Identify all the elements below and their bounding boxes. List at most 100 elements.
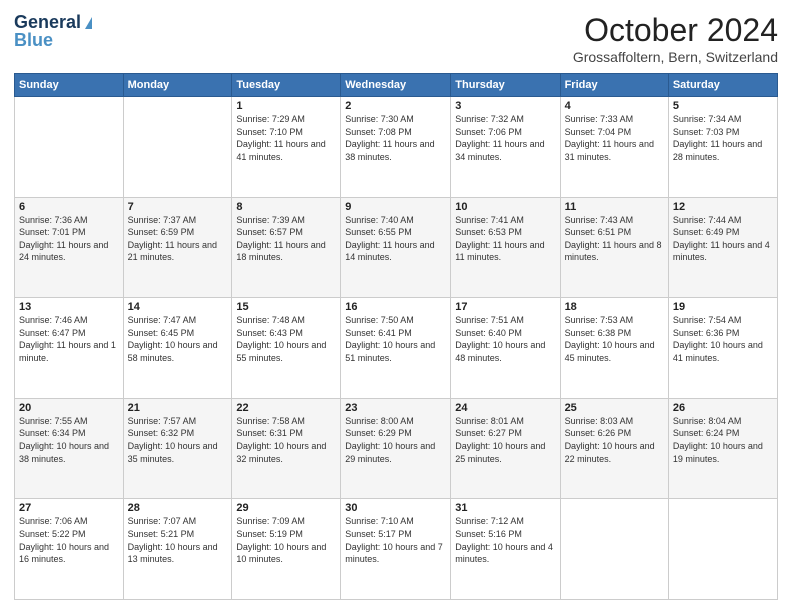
calendar-cell: 18Sunrise: 7:53 AMSunset: 6:38 PMDayligh…: [560, 298, 668, 399]
day-number: 8: [236, 201, 336, 213]
day-number: 12: [673, 201, 773, 213]
day-info: Sunrise: 7:44 AMSunset: 6:49 PMDaylight:…: [673, 214, 773, 264]
calendar-cell: 10Sunrise: 7:41 AMSunset: 6:53 PMDayligh…: [451, 197, 560, 298]
main-title: October 2024: [573, 12, 778, 49]
calendar-cell: [123, 97, 232, 198]
day-number: 24: [455, 402, 555, 414]
day-info: Sunrise: 8:04 AMSunset: 6:24 PMDaylight:…: [673, 415, 773, 465]
calendar-cell: 16Sunrise: 7:50 AMSunset: 6:41 PMDayligh…: [341, 298, 451, 399]
day-info: Sunrise: 7:55 AMSunset: 6:34 PMDaylight:…: [19, 415, 119, 465]
day-info: Sunrise: 7:10 AMSunset: 5:17 PMDaylight:…: [345, 515, 446, 565]
day-number: 4: [565, 100, 664, 112]
day-number: 2: [345, 100, 446, 112]
calendar-cell: 26Sunrise: 8:04 AMSunset: 6:24 PMDayligh…: [668, 398, 777, 499]
day-number: 7: [128, 201, 228, 213]
day-number: 30: [345, 502, 446, 514]
day-info: Sunrise: 7:50 AMSunset: 6:41 PMDaylight:…: [345, 314, 446, 364]
calendar-cell: 4Sunrise: 7:33 AMSunset: 7:04 PMDaylight…: [560, 97, 668, 198]
day-info: Sunrise: 7:09 AMSunset: 5:19 PMDaylight:…: [236, 515, 336, 565]
calendar-cell: 22Sunrise: 7:58 AMSunset: 6:31 PMDayligh…: [232, 398, 341, 499]
day-number: 29: [236, 502, 336, 514]
day-number: 28: [128, 502, 228, 514]
calendar-cell: 19Sunrise: 7:54 AMSunset: 6:36 PMDayligh…: [668, 298, 777, 399]
day-info: Sunrise: 7:57 AMSunset: 6:32 PMDaylight:…: [128, 415, 228, 465]
day-number: 1: [236, 100, 336, 112]
day-info: Sunrise: 7:40 AMSunset: 6:55 PMDaylight:…: [345, 214, 446, 264]
day-info: Sunrise: 8:03 AMSunset: 6:26 PMDaylight:…: [565, 415, 664, 465]
col-thursday: Thursday: [451, 74, 560, 97]
calendar-cell: 6Sunrise: 7:36 AMSunset: 7:01 PMDaylight…: [15, 197, 124, 298]
col-sunday: Sunday: [15, 74, 124, 97]
day-number: 26: [673, 402, 773, 414]
day-info: Sunrise: 7:34 AMSunset: 7:03 PMDaylight:…: [673, 113, 773, 163]
calendar-cell: 14Sunrise: 7:47 AMSunset: 6:45 PMDayligh…: [123, 298, 232, 399]
col-wednesday: Wednesday: [341, 74, 451, 97]
calendar-cell: 21Sunrise: 7:57 AMSunset: 6:32 PMDayligh…: [123, 398, 232, 499]
day-info: Sunrise: 7:07 AMSunset: 5:21 PMDaylight:…: [128, 515, 228, 565]
calendar-cell: [560, 499, 668, 600]
day-number: 6: [19, 201, 119, 213]
calendar-cell: 13Sunrise: 7:46 AMSunset: 6:47 PMDayligh…: [15, 298, 124, 399]
day-info: Sunrise: 7:48 AMSunset: 6:43 PMDaylight:…: [236, 314, 336, 364]
week-row-2: 13Sunrise: 7:46 AMSunset: 6:47 PMDayligh…: [15, 298, 778, 399]
day-info: Sunrise: 7:43 AMSunset: 6:51 PMDaylight:…: [565, 214, 664, 264]
week-row-4: 27Sunrise: 7:06 AMSunset: 5:22 PMDayligh…: [15, 499, 778, 600]
title-area: October 2024 Grossaffoltern, Bern, Switz…: [573, 12, 778, 65]
calendar-cell: 20Sunrise: 7:55 AMSunset: 6:34 PMDayligh…: [15, 398, 124, 499]
day-info: Sunrise: 7:51 AMSunset: 6:40 PMDaylight:…: [455, 314, 555, 364]
logo-blue-text: Blue: [14, 30, 53, 51]
calendar-cell: [668, 499, 777, 600]
calendar-cell: 15Sunrise: 7:48 AMSunset: 6:43 PMDayligh…: [232, 298, 341, 399]
day-info: Sunrise: 7:12 AMSunset: 5:16 PMDaylight:…: [455, 515, 555, 565]
calendar-cell: 12Sunrise: 7:44 AMSunset: 6:49 PMDayligh…: [668, 197, 777, 298]
col-tuesday: Tuesday: [232, 74, 341, 97]
day-number: 11: [565, 201, 664, 213]
day-number: 14: [128, 301, 228, 313]
day-info: Sunrise: 7:32 AMSunset: 7:06 PMDaylight:…: [455, 113, 555, 163]
day-number: 16: [345, 301, 446, 313]
calendar-table: Sunday Monday Tuesday Wednesday Thursday…: [14, 73, 778, 600]
calendar-cell: 23Sunrise: 8:00 AMSunset: 6:29 PMDayligh…: [341, 398, 451, 499]
day-info: Sunrise: 7:41 AMSunset: 6:53 PMDaylight:…: [455, 214, 555, 264]
calendar-cell: 28Sunrise: 7:07 AMSunset: 5:21 PMDayligh…: [123, 499, 232, 600]
day-info: Sunrise: 7:29 AMSunset: 7:10 PMDaylight:…: [236, 113, 336, 163]
day-number: 18: [565, 301, 664, 313]
day-number: 10: [455, 201, 555, 213]
calendar-cell: 9Sunrise: 7:40 AMSunset: 6:55 PMDaylight…: [341, 197, 451, 298]
day-number: 20: [19, 402, 119, 414]
calendar-cell: 24Sunrise: 8:01 AMSunset: 6:27 PMDayligh…: [451, 398, 560, 499]
day-number: 22: [236, 402, 336, 414]
col-monday: Monday: [123, 74, 232, 97]
day-info: Sunrise: 7:33 AMSunset: 7:04 PMDaylight:…: [565, 113, 664, 163]
page: General Blue October 2024 Grossaffoltern…: [0, 0, 792, 612]
day-info: Sunrise: 7:47 AMSunset: 6:45 PMDaylight:…: [128, 314, 228, 364]
calendar-cell: 30Sunrise: 7:10 AMSunset: 5:17 PMDayligh…: [341, 499, 451, 600]
calendar-cell: 17Sunrise: 7:51 AMSunset: 6:40 PMDayligh…: [451, 298, 560, 399]
calendar-cell: [15, 97, 124, 198]
day-number: 21: [128, 402, 228, 414]
calendar-cell: 5Sunrise: 7:34 AMSunset: 7:03 PMDaylight…: [668, 97, 777, 198]
day-info: Sunrise: 8:01 AMSunset: 6:27 PMDaylight:…: [455, 415, 555, 465]
day-number: 19: [673, 301, 773, 313]
day-number: 13: [19, 301, 119, 313]
day-info: Sunrise: 8:00 AMSunset: 6:29 PMDaylight:…: [345, 415, 446, 465]
header: General Blue October 2024 Grossaffoltern…: [14, 12, 778, 65]
day-number: 3: [455, 100, 555, 112]
week-row-1: 6Sunrise: 7:36 AMSunset: 7:01 PMDaylight…: [15, 197, 778, 298]
calendar-cell: 11Sunrise: 7:43 AMSunset: 6:51 PMDayligh…: [560, 197, 668, 298]
day-number: 5: [673, 100, 773, 112]
day-info: Sunrise: 7:06 AMSunset: 5:22 PMDaylight:…: [19, 515, 119, 565]
calendar-cell: 31Sunrise: 7:12 AMSunset: 5:16 PMDayligh…: [451, 499, 560, 600]
day-number: 15: [236, 301, 336, 313]
col-saturday: Saturday: [668, 74, 777, 97]
calendar-cell: 27Sunrise: 7:06 AMSunset: 5:22 PMDayligh…: [15, 499, 124, 600]
day-number: 9: [345, 201, 446, 213]
col-friday: Friday: [560, 74, 668, 97]
calendar-cell: 1Sunrise: 7:29 AMSunset: 7:10 PMDaylight…: [232, 97, 341, 198]
subtitle: Grossaffoltern, Bern, Switzerland: [573, 49, 778, 65]
calendar-cell: 2Sunrise: 7:30 AMSunset: 7:08 PMDaylight…: [341, 97, 451, 198]
calendar-cell: 25Sunrise: 8:03 AMSunset: 6:26 PMDayligh…: [560, 398, 668, 499]
logo-area: General Blue: [14, 12, 92, 51]
day-number: 27: [19, 502, 119, 514]
day-info: Sunrise: 7:39 AMSunset: 6:57 PMDaylight:…: [236, 214, 336, 264]
